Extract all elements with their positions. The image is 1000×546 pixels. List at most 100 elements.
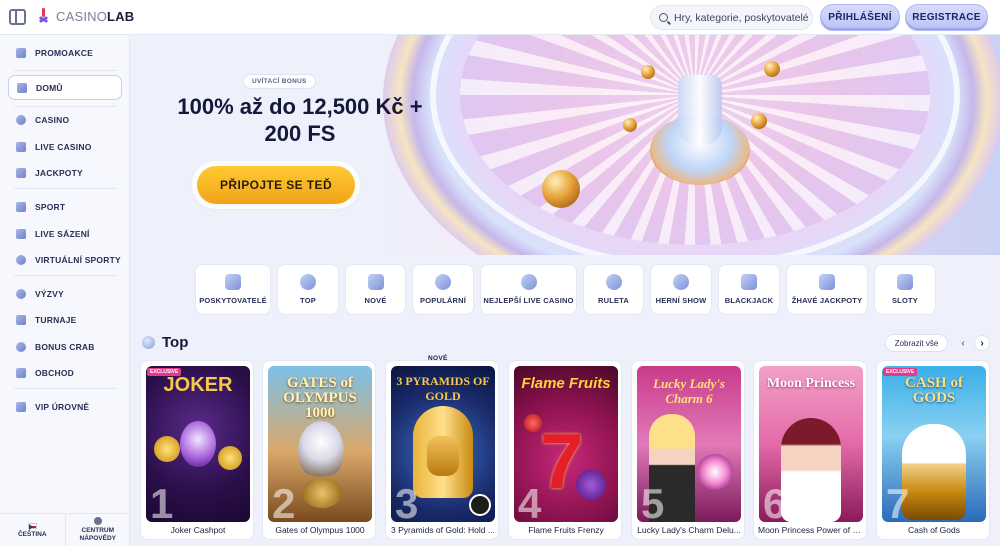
hero-title: 100% až do 12,500 Kč + 200 FS <box>177 94 423 146</box>
sidebar: PROMOAKCE DOMŮ CASINO LIVE CASINO JACKPO… <box>0 35 130 546</box>
language-label: ČEŠTINA <box>17 530 47 538</box>
sidebar-item-casino[interactable]: CASINO <box>8 109 122 131</box>
game-art-title: 3 PYRAMIDS OF GOLD <box>396 374 490 403</box>
trophy-icon <box>16 315 26 325</box>
game-thumbnail: JOKER 1 <box>146 366 250 522</box>
sidebar-footer: ČEŠTINA CENTRUM NÁPOVĚDY <box>0 513 130 546</box>
sidebar-item-bonus-crab[interactable]: BONUS CRAB <box>8 336 122 358</box>
category-zhave-jackpoty[interactable]: ŽHAVÉ JACKPOTY <box>786 264 868 315</box>
game-title: Joker Cashpot <box>170 525 226 535</box>
divider <box>14 188 116 189</box>
game-title: Moon Princess Power of L... <box>758 525 864 535</box>
live-cards-icon <box>16 142 26 152</box>
sidebar-item-label: TURNAJE <box>35 315 77 325</box>
category-nejlepsi-live-casino[interactable]: NEJLEPŠÍ LIVE CASINO <box>480 264 577 315</box>
game-card-flame-fruits-frenzy[interactable]: 7 Flame Fruits 4 Flame Fruits Frenzy <box>508 360 622 540</box>
sidebar-item-promoakce[interactable]: PROMOAKCE <box>8 42 122 64</box>
sidebar-item-label: PROMOAKCE <box>35 48 93 58</box>
sidebar-item-vyzvy[interactable]: VÝZVY <box>8 283 122 305</box>
section-title: Top <box>162 334 189 351</box>
sidebar-item-live-casino[interactable]: LIVE CASINO <box>8 136 122 158</box>
category-poskytovatele[interactable]: POSKYTOVATELÉ <box>195 264 271 315</box>
register-button[interactable]: REGISTRACE <box>905 4 988 31</box>
category-label: POSKYTOVATELÉ <box>199 296 267 305</box>
game-art-title: CASH of GODS <box>905 375 963 406</box>
exclusive-badge: EXCLUSIVE <box>147 368 182 376</box>
login-button[interactable]: PŘIHLÁŠENÍ <box>820 4 900 31</box>
category-label: BLACKJACK <box>724 296 774 305</box>
category-herni-show[interactable]: HERNÍ SHOW <box>650 264 712 315</box>
sidebar-item-label: SPORT <box>35 202 66 212</box>
game-card-lucky-ladys-charm[interactable]: Lucky Lady's Charm 6 5 Lucky Lady's Char… <box>631 360 745 540</box>
help-label: CENTRUM NÁPOVĚDY <box>79 527 116 542</box>
carousel-next-button[interactable]: › <box>974 335 990 351</box>
category-label: RULETA <box>597 296 630 305</box>
gold-knob <box>641 65 655 79</box>
gold-knob <box>623 118 637 132</box>
game-card-joker-cashpot[interactable]: JOKER 1 EXCLUSIVE Joker Cashpot <box>140 360 254 540</box>
category-sloty[interactable]: SLOTY <box>874 264 936 315</box>
join-now-button[interactable]: PŘIPOJTE SE TEĎ <box>197 166 355 204</box>
exclusive-badge: EXCLUSIVE <box>883 368 918 376</box>
game-title: Cash of Gods <box>908 525 960 535</box>
sidebar-item-label: VÝZVY <box>35 289 64 299</box>
gold-knob <box>764 61 780 77</box>
category-label: HERNÍ SHOW <box>655 296 707 305</box>
game-card-moon-princess[interactable]: Moon Princess 6 Moon Princess Power of L… <box>753 360 867 540</box>
rank-number: 7 <box>886 480 910 522</box>
language-selector[interactable]: ČEŠTINA <box>0 514 66 546</box>
game-art-title: Moon Princess <box>766 376 856 391</box>
game-card-3-pyramids-of-gold[interactable]: 3 PYRAMIDS OF GOLD 3 3 Pyramids of Gold:… <box>385 360 499 540</box>
category-nove[interactable]: NOVÉ <box>345 264 406 315</box>
new-badge-icon <box>367 274 384 290</box>
welcome-bonus-badge: UVÍTACÍ BONUS <box>243 74 316 89</box>
sidebar-toggle-icon[interactable] <box>9 9 26 25</box>
cards-icon <box>741 274 757 290</box>
divider <box>14 388 116 389</box>
rank-number: 6 <box>763 480 787 522</box>
game-art-title: GATES of OLYMPUS 1000 <box>283 375 357 421</box>
sidebar-item-virtualni-sporty[interactable]: VIRTUÁLNÍ SPORTY <box>8 249 122 271</box>
help-center-link[interactable]: CENTRUM NÁPOVĚDY <box>66 514 131 546</box>
top-header: CASINOLAB PŘIHLÁŠENÍ REGISTRACE <box>0 0 1000 35</box>
roulette-icon <box>605 274 622 290</box>
category-label: TOP <box>300 296 316 305</box>
logo-text: CASINOLAB <box>56 8 135 24</box>
rank-number: 2 <box>272 480 296 522</box>
shop-icon <box>16 368 26 378</box>
game-card-cash-of-gods[interactable]: CASH of GODS 7 EXCLUSIVE Cash of Gods <box>876 360 990 540</box>
sidebar-item-vip-urovne[interactable]: VIP ÚROVNĚ <box>8 396 122 418</box>
sidebar-item-domu[interactable]: DOMŮ <box>8 75 122 100</box>
vip-icon <box>16 402 26 412</box>
casino-chip-icon <box>16 115 26 125</box>
search-box[interactable] <box>650 5 813 30</box>
sidebar-item-label: JACKPOTY <box>35 168 83 178</box>
game-thumbnail: Lucky Lady's Charm 6 5 <box>637 366 741 522</box>
search-input[interactable] <box>674 11 809 24</box>
sidebar-item-live-sazeni[interactable]: LIVE SÁZENÍ <box>8 223 122 245</box>
game-card-gates-of-olympus-1000[interactable]: GATES of OLYMPUS 1000 2 Gates of Olympus… <box>262 360 376 540</box>
sidebar-item-label: LIVE SÁZENÍ <box>35 229 90 239</box>
view-all-button[interactable]: Zobrazit vše <box>885 334 948 352</box>
help-icon <box>93 517 102 525</box>
sidebar-item-label: CASINO <box>35 115 70 125</box>
carousel-prev-button[interactable]: ‹ <box>955 335 971 351</box>
category-top[interactable]: TOP <box>277 264 339 315</box>
gold-knob <box>751 113 767 129</box>
top-section-icon <box>142 336 155 349</box>
sidebar-item-jackpoty[interactable]: JACKPOTY <box>8 162 122 184</box>
hero-banner[interactable]: UVÍTACÍ BONUS 100% až do 12,500 Kč + 200… <box>130 35 1000 255</box>
casinolab-logo[interactable]: CASINOLAB <box>36 8 134 24</box>
category-ruleta[interactable]: RULETA <box>583 264 644 315</box>
rank-number: 3 <box>395 480 419 522</box>
live-casino-icon <box>520 274 537 290</box>
category-label: NOVÉ <box>364 296 387 305</box>
sidebar-item-obchod[interactable]: OBCHOD <box>8 362 122 384</box>
category-blackjack[interactable]: BLACKJACK <box>718 264 780 315</box>
sidebar-item-turnaje[interactable]: TURNAJE <box>8 309 122 331</box>
sidebar-item-label: VIP ÚROVNĚ <box>35 402 90 412</box>
sidebar-item-sport[interactable]: SPORT <box>8 196 122 218</box>
rank-number: 5 <box>641 480 665 522</box>
category-popularni[interactable]: POPULÁRNÍ <box>412 264 474 315</box>
czech-flag-icon <box>27 522 37 530</box>
